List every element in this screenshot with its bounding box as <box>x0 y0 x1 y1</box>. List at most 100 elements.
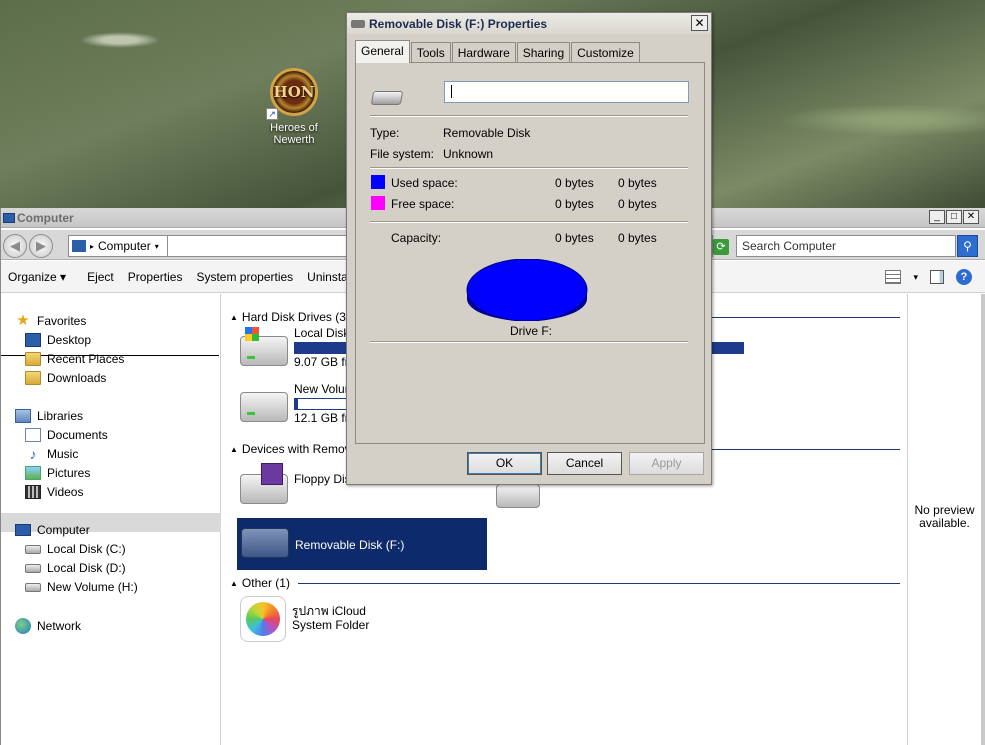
drive-tile-h[interactable]: New Volume 12.1 GB fre <box>240 382 361 425</box>
search-input[interactable]: Search Computer <box>736 235 956 257</box>
tab-tools[interactable]: Tools <box>410 42 451 62</box>
back-button[interactable]: ◀ <box>3 234 27 258</box>
nav-computer[interactable]: Computer <box>15 523 90 537</box>
change-view-icon[interactable] <box>885 270 902 284</box>
preview-pane: No preview available. <box>907 294 981 745</box>
group-header-other[interactable]: ▲ Other (1) <box>230 576 900 590</box>
free-label: Free space: <box>391 197 455 211</box>
nav-recent-label: Recent Places <box>47 352 125 366</box>
videos-icon <box>25 485 41 499</box>
desktop-icon-label-1: Heroes of <box>270 122 318 134</box>
nav-network[interactable]: Network <box>15 618 81 634</box>
hon-desktop-shortcut[interactable]: HON Heroes of Newerth <box>262 68 326 146</box>
breadcrumb[interactable]: ▸ Computer ▾ <box>68 235 168 257</box>
chevron-down-icon[interactable]: ▾ <box>155 242 159 251</box>
pictures-icon <box>25 466 41 480</box>
collapse-triangle-icon[interactable]: ▲ <box>230 313 238 322</box>
organize-menu[interactable]: Organize ▾ <box>1 270 80 284</box>
cancel-button[interactable]: Cancel <box>547 452 622 475</box>
type-value: Removable Disk <box>443 126 531 140</box>
view-options-chevron-icon[interactable]: ▾ <box>913 272 918 283</box>
group-rule <box>297 582 900 584</box>
used-bytes: 0 bytes <box>555 176 594 190</box>
properties-button[interactable]: Properties <box>121 270 190 284</box>
drive-icon <box>25 544 41 554</box>
nav-libraries[interactable]: Libraries <box>15 409 83 423</box>
pie-used-slice <box>466 259 588 321</box>
nav-pictures[interactable]: Pictures <box>25 466 90 480</box>
text-caret <box>451 85 452 98</box>
downloads-icon <box>25 371 41 385</box>
nav-favorites[interactable]: ★ Favorites <box>15 312 87 329</box>
desktop-icon-label-2: Newerth <box>273 134 315 146</box>
nav-favorites-label: Favorites <box>37 314 87 328</box>
libraries-icon <box>15 409 31 423</box>
dialog-close-button[interactable]: ✕ <box>691 15 708 31</box>
type-label: Type: <box>370 126 400 140</box>
removable-disk-f-tile[interactable]: Removable Disk (F:) <box>237 518 487 570</box>
hard-drive-icon <box>240 327 288 366</box>
nav-pictures-label: Pictures <box>47 466 91 480</box>
forward-button[interactable]: ▶ <box>29 234 53 258</box>
nav-libraries-label: Libraries <box>37 409 84 423</box>
tab-customize[interactable]: Customize <box>571 42 640 62</box>
nav-documents[interactable]: Documents <box>25 428 108 442</box>
tab-sharing[interactable]: Sharing <box>516 42 571 62</box>
nav-local-d-label: Local Disk (D:) <box>47 561 126 575</box>
nav-local-disk-c[interactable]: Local Disk (C:) <box>25 542 126 556</box>
system-properties-button[interactable]: System properties <box>189 270 300 284</box>
divider <box>370 115 688 117</box>
floppy-drive-icon <box>240 463 288 504</box>
nav-downloads[interactable]: Downloads <box>25 371 106 385</box>
collapse-triangle-icon[interactable]: ▲ <box>230 579 238 588</box>
properties-dialog: Removable Disk (F:) Properties ✕ General… <box>346 12 712 485</box>
nav-new-volume-h[interactable]: New Volume (H:) <box>25 580 138 594</box>
network-icon <box>15 618 31 634</box>
dialog-titlebar[interactable]: Removable Disk (F:) Properties <box>347 13 711 34</box>
tab-hardware[interactable]: Hardware <box>451 42 516 62</box>
nav-network-label: Network <box>37 619 82 633</box>
dialog-title: Removable Disk (F:) Properties <box>369 16 548 31</box>
divider <box>370 341 688 343</box>
eject-button[interactable]: Eject <box>80 270 121 284</box>
drive-led <box>247 412 255 415</box>
maximize-button[interactable]: □ <box>946 210 962 224</box>
general-tab-panel: Type: Removable Disk File system: Unknow… <box>355 62 705 444</box>
used-bytes-short: 0 bytes <box>618 176 657 190</box>
nav-music-label: Music <box>47 447 79 461</box>
breadcrumb-computer[interactable]: Computer <box>98 239 151 253</box>
fs-value: Unknown <box>443 147 494 161</box>
computer-icon <box>72 240 86 252</box>
shortcut-arrow-icon: ↗ <box>266 108 278 120</box>
nav-desktop[interactable]: Desktop <box>25 333 91 347</box>
star-icon: ★ <box>16 312 30 329</box>
organize-label: Organize <box>8 269 57 284</box>
capacity-bytes: 0 bytes <box>555 231 594 245</box>
capacity-label: Capacity: <box>391 231 442 245</box>
nav-recent-places[interactable]: Recent Places <box>25 352 124 366</box>
nav-music[interactable]: ♪ Music <box>25 447 79 461</box>
preview-pane-icon[interactable] <box>930 270 944 284</box>
floppy-disk-icon <box>261 463 283 485</box>
divider <box>370 221 688 223</box>
search-icon[interactable]: ⚲ <box>957 235 978 257</box>
minimize-button[interactable]: _ <box>929 210 945 224</box>
windows-logo-icon <box>245 327 259 341</box>
ok-button[interactable]: OK <box>467 452 542 475</box>
breadcrumb-chevron-icon[interactable]: ▸ <box>90 242 94 251</box>
refresh-icon[interactable]: ⟳ <box>713 239 729 255</box>
dvd-drive-icon[interactable] <box>496 484 540 508</box>
close-window-button[interactable]: ✕ <box>963 210 979 224</box>
icloud-photos-tile[interactable]: รูปภาพ iCloud System Folder <box>240 596 369 642</box>
desktop-icon <box>25 333 41 347</box>
tab-general[interactable]: General <box>355 40 410 63</box>
nav-videos[interactable]: Videos <box>25 485 83 499</box>
collapse-triangle-icon[interactable]: ▲ <box>230 445 238 454</box>
capacity-bytes-short: 0 bytes <box>618 231 657 245</box>
floppy-tile[interactable]: Floppy Disk <box>240 463 357 509</box>
apply-button[interactable]: Apply <box>629 452 704 475</box>
help-icon[interactable]: ? <box>956 269 972 285</box>
nav-local-disk-d[interactable]: Local Disk (D:) <box>25 561 126 575</box>
volume-label-input[interactable] <box>444 81 689 103</box>
nav-local-c-label: Local Disk (C:) <box>47 542 126 556</box>
